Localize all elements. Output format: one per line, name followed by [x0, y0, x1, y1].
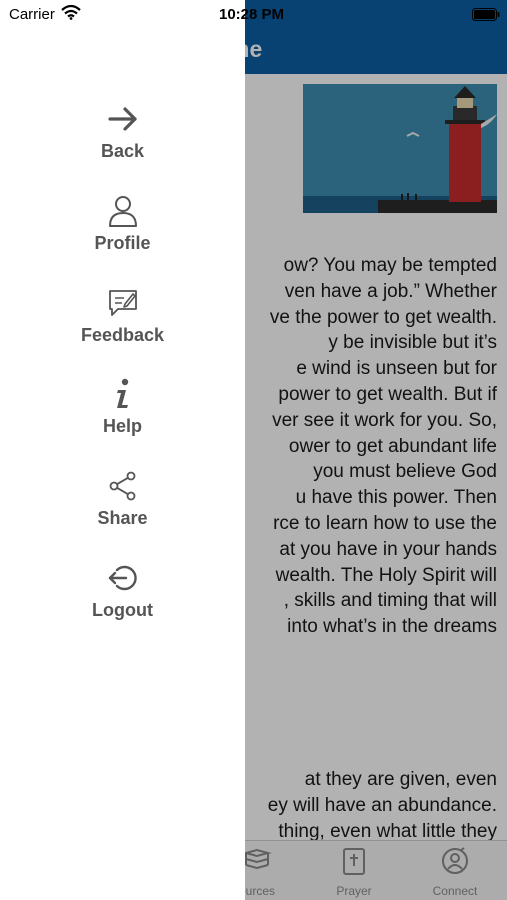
- menu-item-label: Share: [97, 508, 148, 528]
- logout-icon: [107, 562, 139, 594]
- wifi-icon: [61, 4, 81, 25]
- feedback-icon: [107, 287, 139, 319]
- carrier-label: Carrier: [9, 6, 55, 23]
- menu-item-back[interactable]: Back: [0, 103, 245, 173]
- status-bar: Carrier 10:28 PM: [0, 0, 507, 28]
- battery-icon: [472, 8, 500, 26]
- info-icon: [107, 378, 139, 410]
- side-drawer: Back Profile Feedback Help Share Logout: [0, 0, 245, 900]
- person-icon: [107, 195, 139, 227]
- menu-item-label: Logout: [92, 600, 153, 620]
- menu-item-label: Profile: [94, 233, 151, 253]
- arrow-right-icon: [107, 103, 139, 135]
- menu-item-label: Back: [100, 141, 145, 161]
- menu-item-label: Feedback: [80, 325, 165, 345]
- menu-item-feedback[interactable]: Feedback: [0, 287, 245, 357]
- menu-item-label: Help: [102, 416, 142, 436]
- menu-item-help[interactable]: Help: [0, 378, 245, 448]
- menu-item-share[interactable]: Share: [0, 470, 245, 540]
- menu-item-logout[interactable]: Logout: [0, 562, 245, 632]
- status-time: 10:28 PM: [219, 6, 285, 23]
- share-icon: [107, 470, 139, 502]
- menu-item-profile[interactable]: Profile: [0, 195, 245, 265]
